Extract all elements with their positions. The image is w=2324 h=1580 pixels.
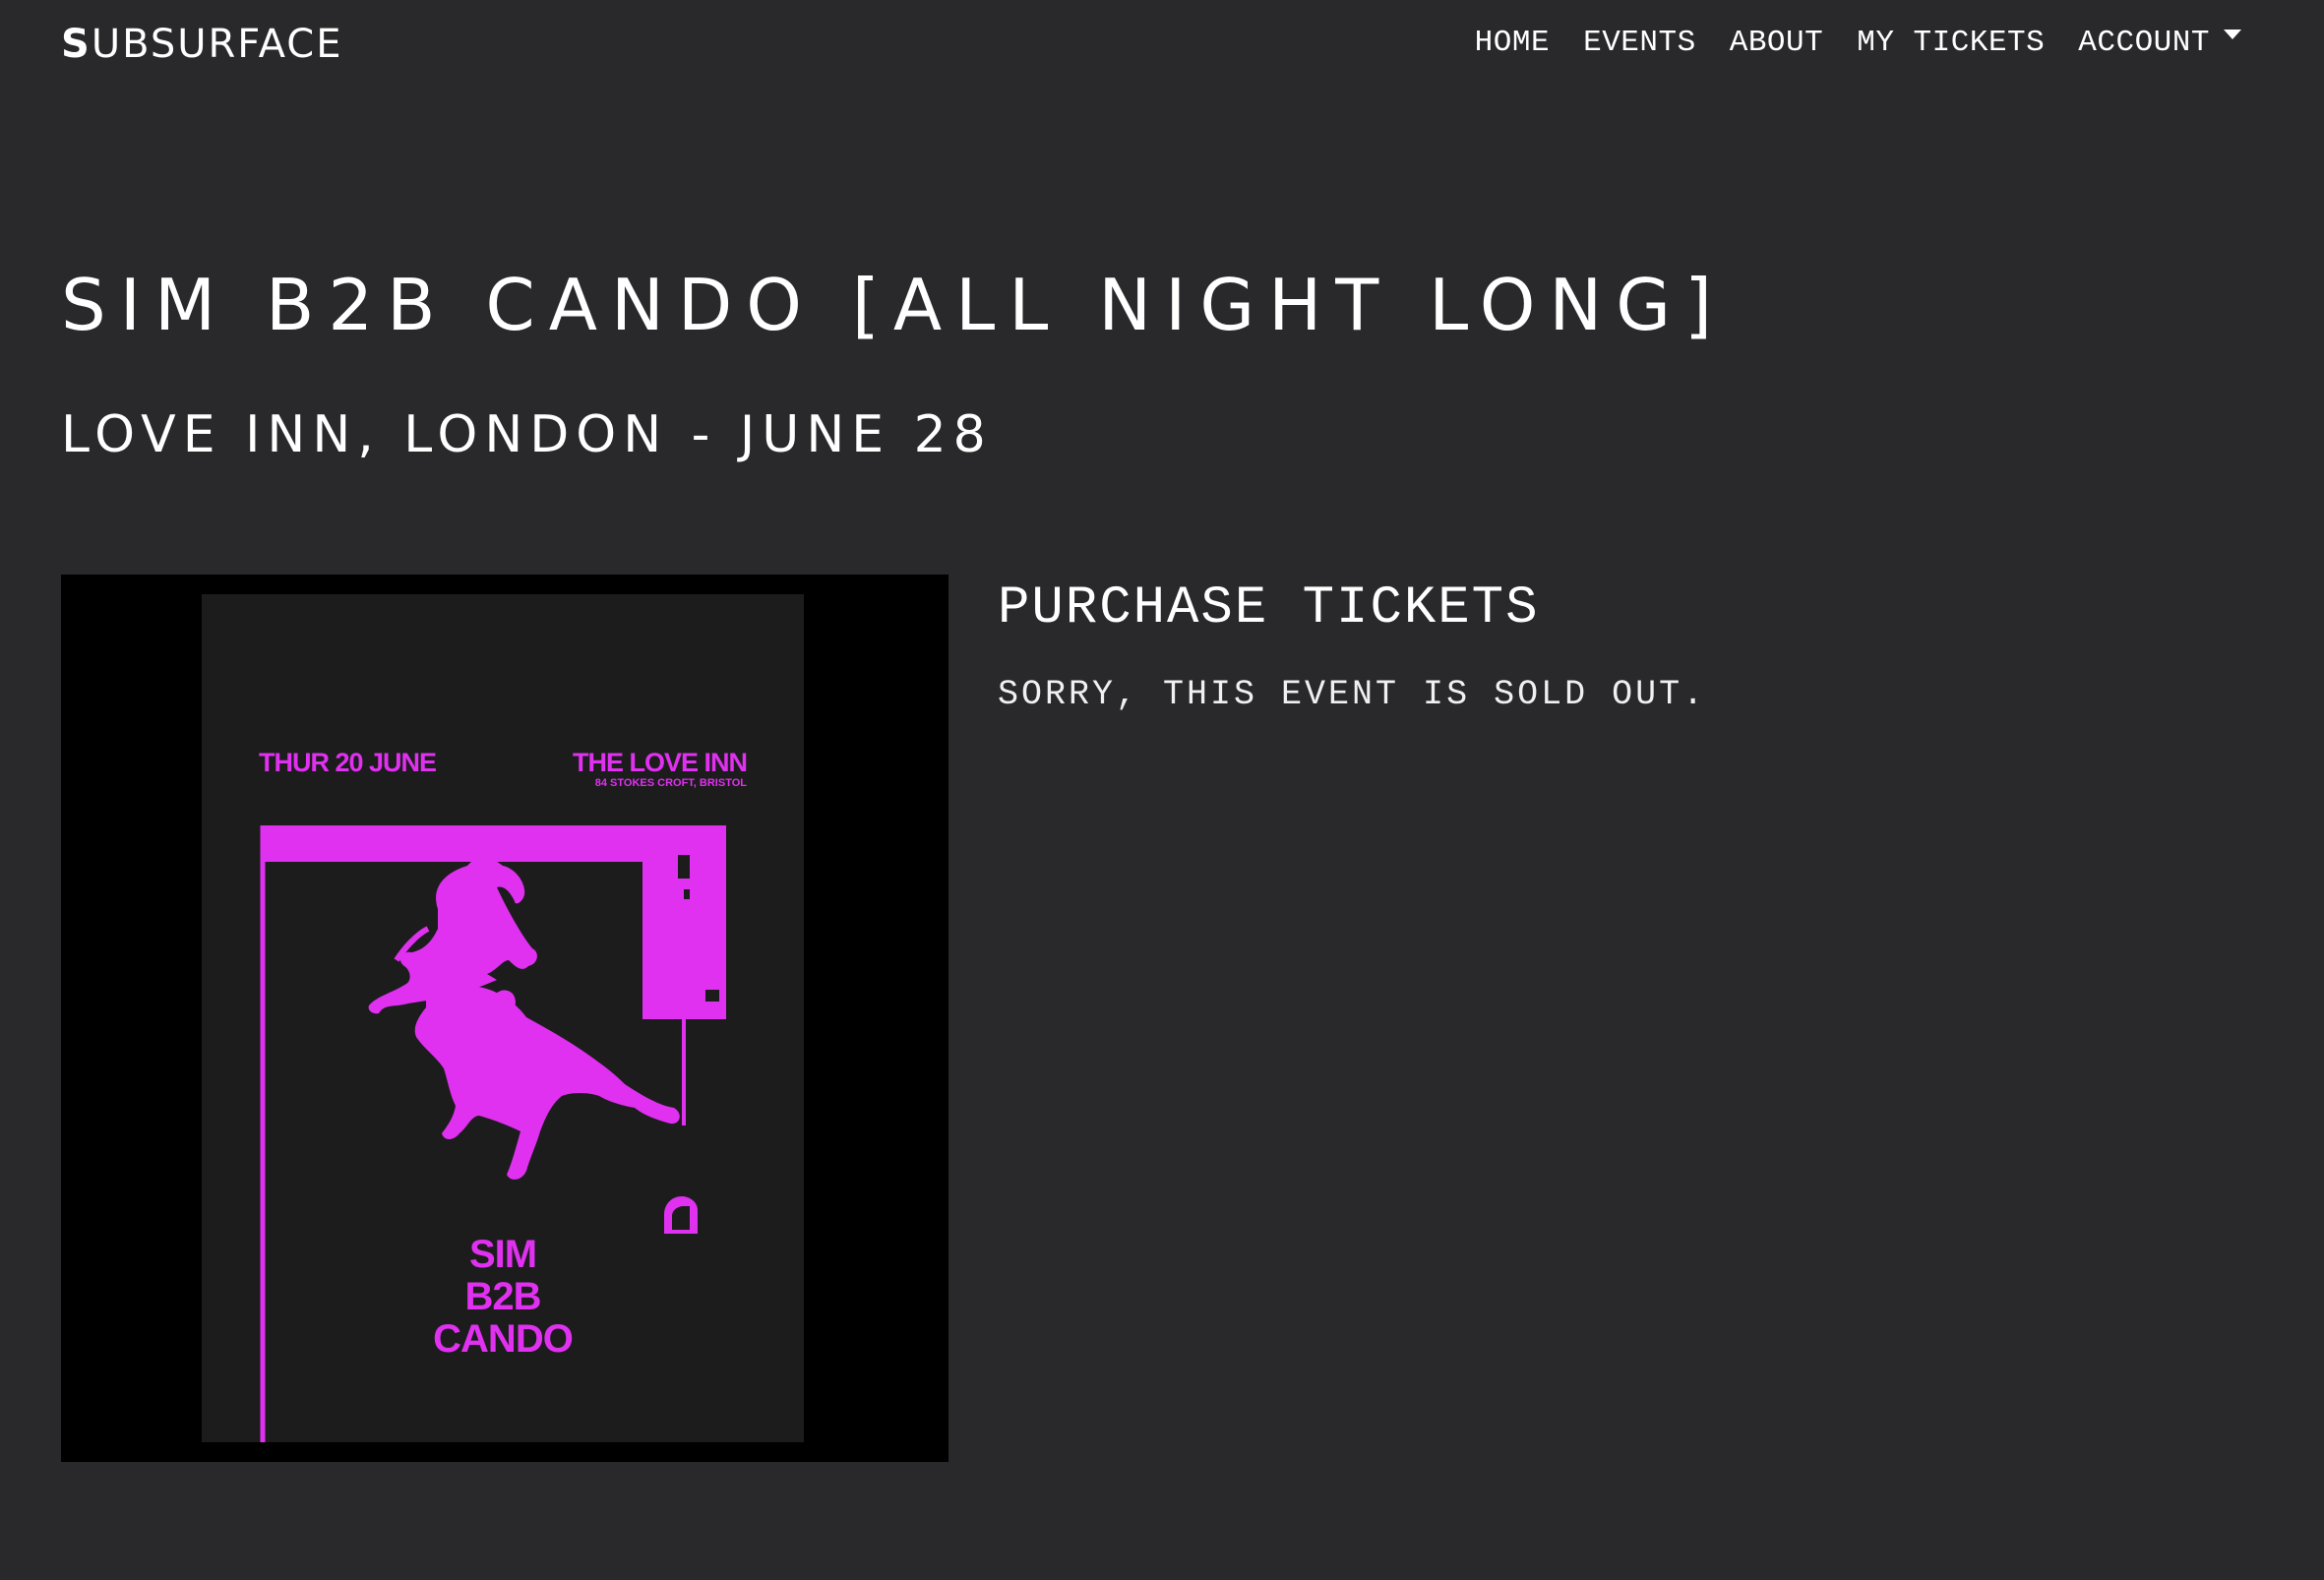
nav-account-dropdown[interactable]: ACCOUNT [2078, 26, 2241, 60]
sold-out-message: SORRY, THIS EVENT IS SOLD OUT. [998, 675, 1707, 714]
poster-artist-line: B2B [464, 1275, 541, 1318]
brand-rest: UBSURFACE [91, 22, 343, 67]
purchase-tickets-heading: PURCHASE TICKETS [998, 578, 1540, 638]
event-subtitle: LOVE INN, LONDON - JUNE 28 [61, 405, 993, 464]
poster-artwork: THUR 20 JUNE THE LOVE INN 84 STOKES CROF… [202, 594, 804, 1442]
brand-initial: S [61, 22, 92, 67]
nav-account-label: ACCOUNT [2078, 26, 2210, 60]
poster-date: THUR 20 JUNE [259, 748, 437, 777]
navbar: SUBSURFACE HOME EVENTS ABOUT MY TICKETS … [0, 0, 2324, 98]
nav-about[interactable]: ABOUT [1730, 26, 1824, 60]
caret-down-icon [2224, 29, 2241, 39]
poster-artist-names: SIM B2B CANDO [202, 1234, 804, 1361]
nav-events[interactable]: EVENTS [1583, 26, 1696, 60]
nav-home[interactable]: HOME [1475, 26, 1550, 60]
event-poster-image: THUR 20 JUNE THE LOVE INN 84 STOKES CROF… [61, 575, 948, 1462]
event-title: SIM B2B CANDO [ALL NIGHT LONG] [61, 264, 1727, 346]
poster-address: 84 STOKES CROFT, BRISTOL [594, 777, 747, 789]
poster-venue: THE LOVE INN [572, 748, 748, 777]
poster-artist-line: CANDO [433, 1317, 574, 1361]
nav-my-tickets[interactable]: MY TICKETS [1857, 26, 2045, 60]
nav-links: HOME EVENTS ABOUT MY TICKETS ACCOUNT [1475, 26, 2241, 60]
brand-logo[interactable]: SUBSURFACE [61, 22, 343, 67]
poster-artist-line: SIM [468, 1233, 537, 1276]
